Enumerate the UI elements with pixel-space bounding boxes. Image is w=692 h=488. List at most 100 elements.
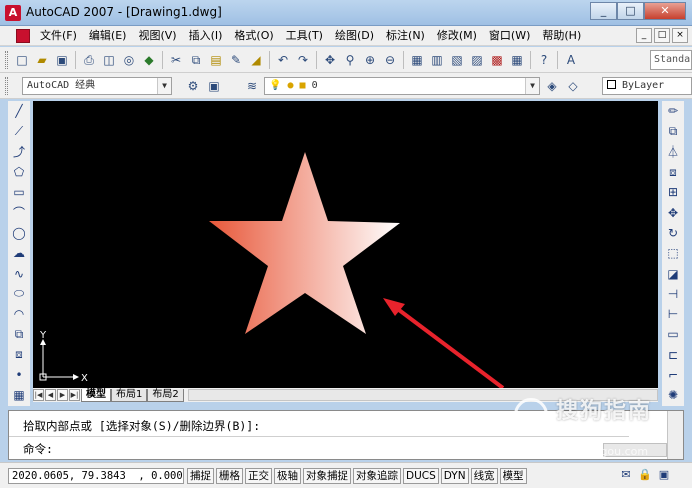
menu-draw[interactable]: 绘图(D) — [329, 26, 380, 46]
last-tab-button[interactable]: ▶| — [69, 389, 80, 401]
toolbar-grip[interactable] — [5, 77, 8, 95]
menu-help[interactable]: 帮助(H) — [536, 26, 587, 46]
chamfer-icon[interactable]: ⌐ — [662, 365, 684, 385]
rotate-icon[interactable]: ↻ — [662, 223, 684, 243]
chevron-down-icon[interactable]: ▼ — [157, 78, 171, 94]
tab-layout2[interactable]: 布局2 — [147, 388, 184, 402]
menu-modify[interactable]: 修改(M) — [431, 26, 483, 46]
spline-icon[interactable]: ∿ — [8, 263, 30, 283]
rectangle-icon[interactable]: ▭ — [8, 182, 30, 202]
menu-format[interactable]: 格式(O) — [228, 26, 279, 46]
communication-icon[interactable]: ✉ — [618, 467, 634, 483]
pan-icon[interactable]: ✥ — [320, 50, 340, 70]
break-icon[interactable]: ▭ — [662, 324, 684, 344]
help-icon[interactable]: ? — [534, 50, 554, 70]
osnap-toggle[interactable]: 对象捕捉 — [303, 467, 351, 484]
polygon-icon[interactable]: ⬠ — [8, 162, 30, 182]
tab-model[interactable]: 模型 — [81, 388, 111, 402]
copy-icon[interactable]: ⧉ — [186, 50, 206, 70]
construction-line-icon[interactable]: ⟋ — [8, 121, 30, 141]
hatch-icon[interactable]: ▦ — [8, 385, 30, 405]
line-icon[interactable]: ╱ — [8, 101, 30, 121]
dyn-toggle[interactable]: DYN — [440, 467, 469, 484]
grid-toggle[interactable]: 栅格 — [216, 467, 243, 484]
print-icon[interactable]: ⎙ — [79, 50, 99, 70]
doc-minimize-button[interactable]: _ — [636, 28, 652, 43]
properties-icon[interactable]: ▦ — [407, 50, 427, 70]
snap-toggle[interactable]: 捕捉 — [187, 467, 214, 484]
minimize-button[interactable]: _ — [590, 2, 617, 20]
revision-cloud-icon[interactable]: ☁ — [8, 243, 30, 263]
publish-icon[interactable]: ◎ — [119, 50, 139, 70]
trim-icon[interactable]: ⊣ — [662, 284, 684, 304]
doc-restore-button[interactable]: □ — [654, 28, 670, 43]
menu-tools[interactable]: 工具(T) — [280, 26, 329, 46]
my-workspace-icon[interactable]: ▣ — [204, 76, 224, 96]
ellipse-icon[interactable]: ⬭ — [8, 284, 30, 304]
zoom-previous-icon[interactable]: ⊖ — [380, 50, 400, 70]
cut-icon[interactable]: ✂ — [166, 50, 186, 70]
star-shape[interactable] — [209, 152, 400, 334]
model-toggle[interactable]: 模型 — [499, 467, 527, 484]
next-tab-button[interactable]: ▶ — [57, 389, 68, 401]
lock-toolbar-icon[interactable]: 🔒 — [637, 467, 653, 483]
polyline-icon[interactable]: ⤴ — [8, 142, 30, 162]
stretch-icon[interactable]: ◪ — [662, 263, 684, 283]
make-current-layer-icon[interactable]: ◈ — [542, 76, 562, 96]
markup-icon[interactable]: ▩ — [487, 50, 507, 70]
make-block-icon[interactable]: ⧈ — [8, 345, 30, 365]
undo-icon[interactable]: ↶ — [273, 50, 293, 70]
doc-close-button[interactable]: × — [672, 28, 688, 43]
mirror-icon[interactable]: ⏃ — [662, 142, 684, 162]
zoom-window-icon[interactable]: ⊕ — [360, 50, 380, 70]
match-properties-icon[interactable]: ✎ — [226, 50, 246, 70]
workspace-settings-icon[interactable]: ⚙ — [183, 76, 203, 96]
menu-view[interactable]: 视图(V) — [132, 26, 182, 46]
copy-object-icon[interactable]: ⧉ — [662, 121, 684, 141]
chevron-down-icon[interactable]: ▼ — [525, 78, 539, 94]
coordinate-readout[interactable]: 2020.0605, 79.3843 , 0.0000 — [8, 467, 184, 484]
autocad-app-icon[interactable]: A — [5, 5, 21, 21]
plot-preview-icon[interactable]: ◫ — [99, 50, 119, 70]
layer-combo[interactable]: 💡 ● ■ 0 ▼ — [264, 77, 540, 95]
move-icon[interactable]: ✥ — [662, 202, 684, 222]
document-icon[interactable] — [16, 28, 30, 43]
erase-icon[interactable]: ✏ — [662, 101, 684, 121]
array-icon[interactable]: ⊞ — [662, 182, 684, 202]
3d-dwf-icon[interactable]: ◆ — [139, 50, 159, 70]
explode-icon[interactable]: ✺ — [662, 385, 684, 405]
close-button[interactable]: ✕ — [644, 2, 686, 20]
redo-icon[interactable]: ↷ — [293, 50, 313, 70]
join-icon[interactable]: ⊏ — [662, 345, 684, 365]
scale-icon[interactable]: ⬚ — [662, 243, 684, 263]
ducs-toggle[interactable]: DUCS — [403, 467, 439, 484]
menu-window[interactable]: 窗口(W) — [483, 26, 536, 46]
zoom-realtime-icon[interactable]: ⚲ — [340, 50, 360, 70]
tool-palettes-icon[interactable]: ▧ — [447, 50, 467, 70]
point-icon[interactable]: • — [8, 365, 30, 385]
open-file-icon[interactable]: ▰ — [32, 50, 52, 70]
block-editor-icon[interactable]: ◢ — [246, 50, 266, 70]
maximize-button[interactable]: □ — [617, 2, 644, 20]
toolbar-grip[interactable] — [5, 51, 8, 69]
extend-icon[interactable]: ⊢ — [662, 304, 684, 324]
command-vertical-scrollbar[interactable] — [667, 411, 683, 459]
clean-screen-icon[interactable]: ▣ — [656, 467, 672, 483]
menu-file[interactable]: 文件(F) — [34, 26, 83, 46]
layer-previous-icon[interactable]: ◇ — [563, 76, 583, 96]
command-prompt[interactable]: 命令: — [23, 441, 53, 457]
save-icon[interactable]: ▣ — [52, 50, 72, 70]
menu-edit[interactable]: 编辑(E) — [83, 26, 133, 46]
sheet-set-icon[interactable]: ▨ — [467, 50, 487, 70]
circle-icon[interactable]: ◯ — [8, 223, 30, 243]
insert-block-icon[interactable]: ⧉ — [8, 324, 30, 344]
paste-icon[interactable]: ▤ — [206, 50, 226, 70]
layer-properties-icon[interactable]: ≋ — [242, 76, 262, 96]
tab-layout1[interactable]: 布局1 — [111, 388, 148, 402]
calculator-icon[interactable]: ▦ — [507, 50, 527, 70]
text-style-combo[interactable]: Standa — [650, 50, 692, 70]
ortho-toggle[interactable]: 正交 — [245, 467, 272, 484]
menu-dimension[interactable]: 标注(N) — [380, 26, 431, 46]
lineweight-toggle[interactable]: 线宽 — [470, 467, 498, 484]
color-combo[interactable]: ByLayer — [602, 77, 692, 95]
